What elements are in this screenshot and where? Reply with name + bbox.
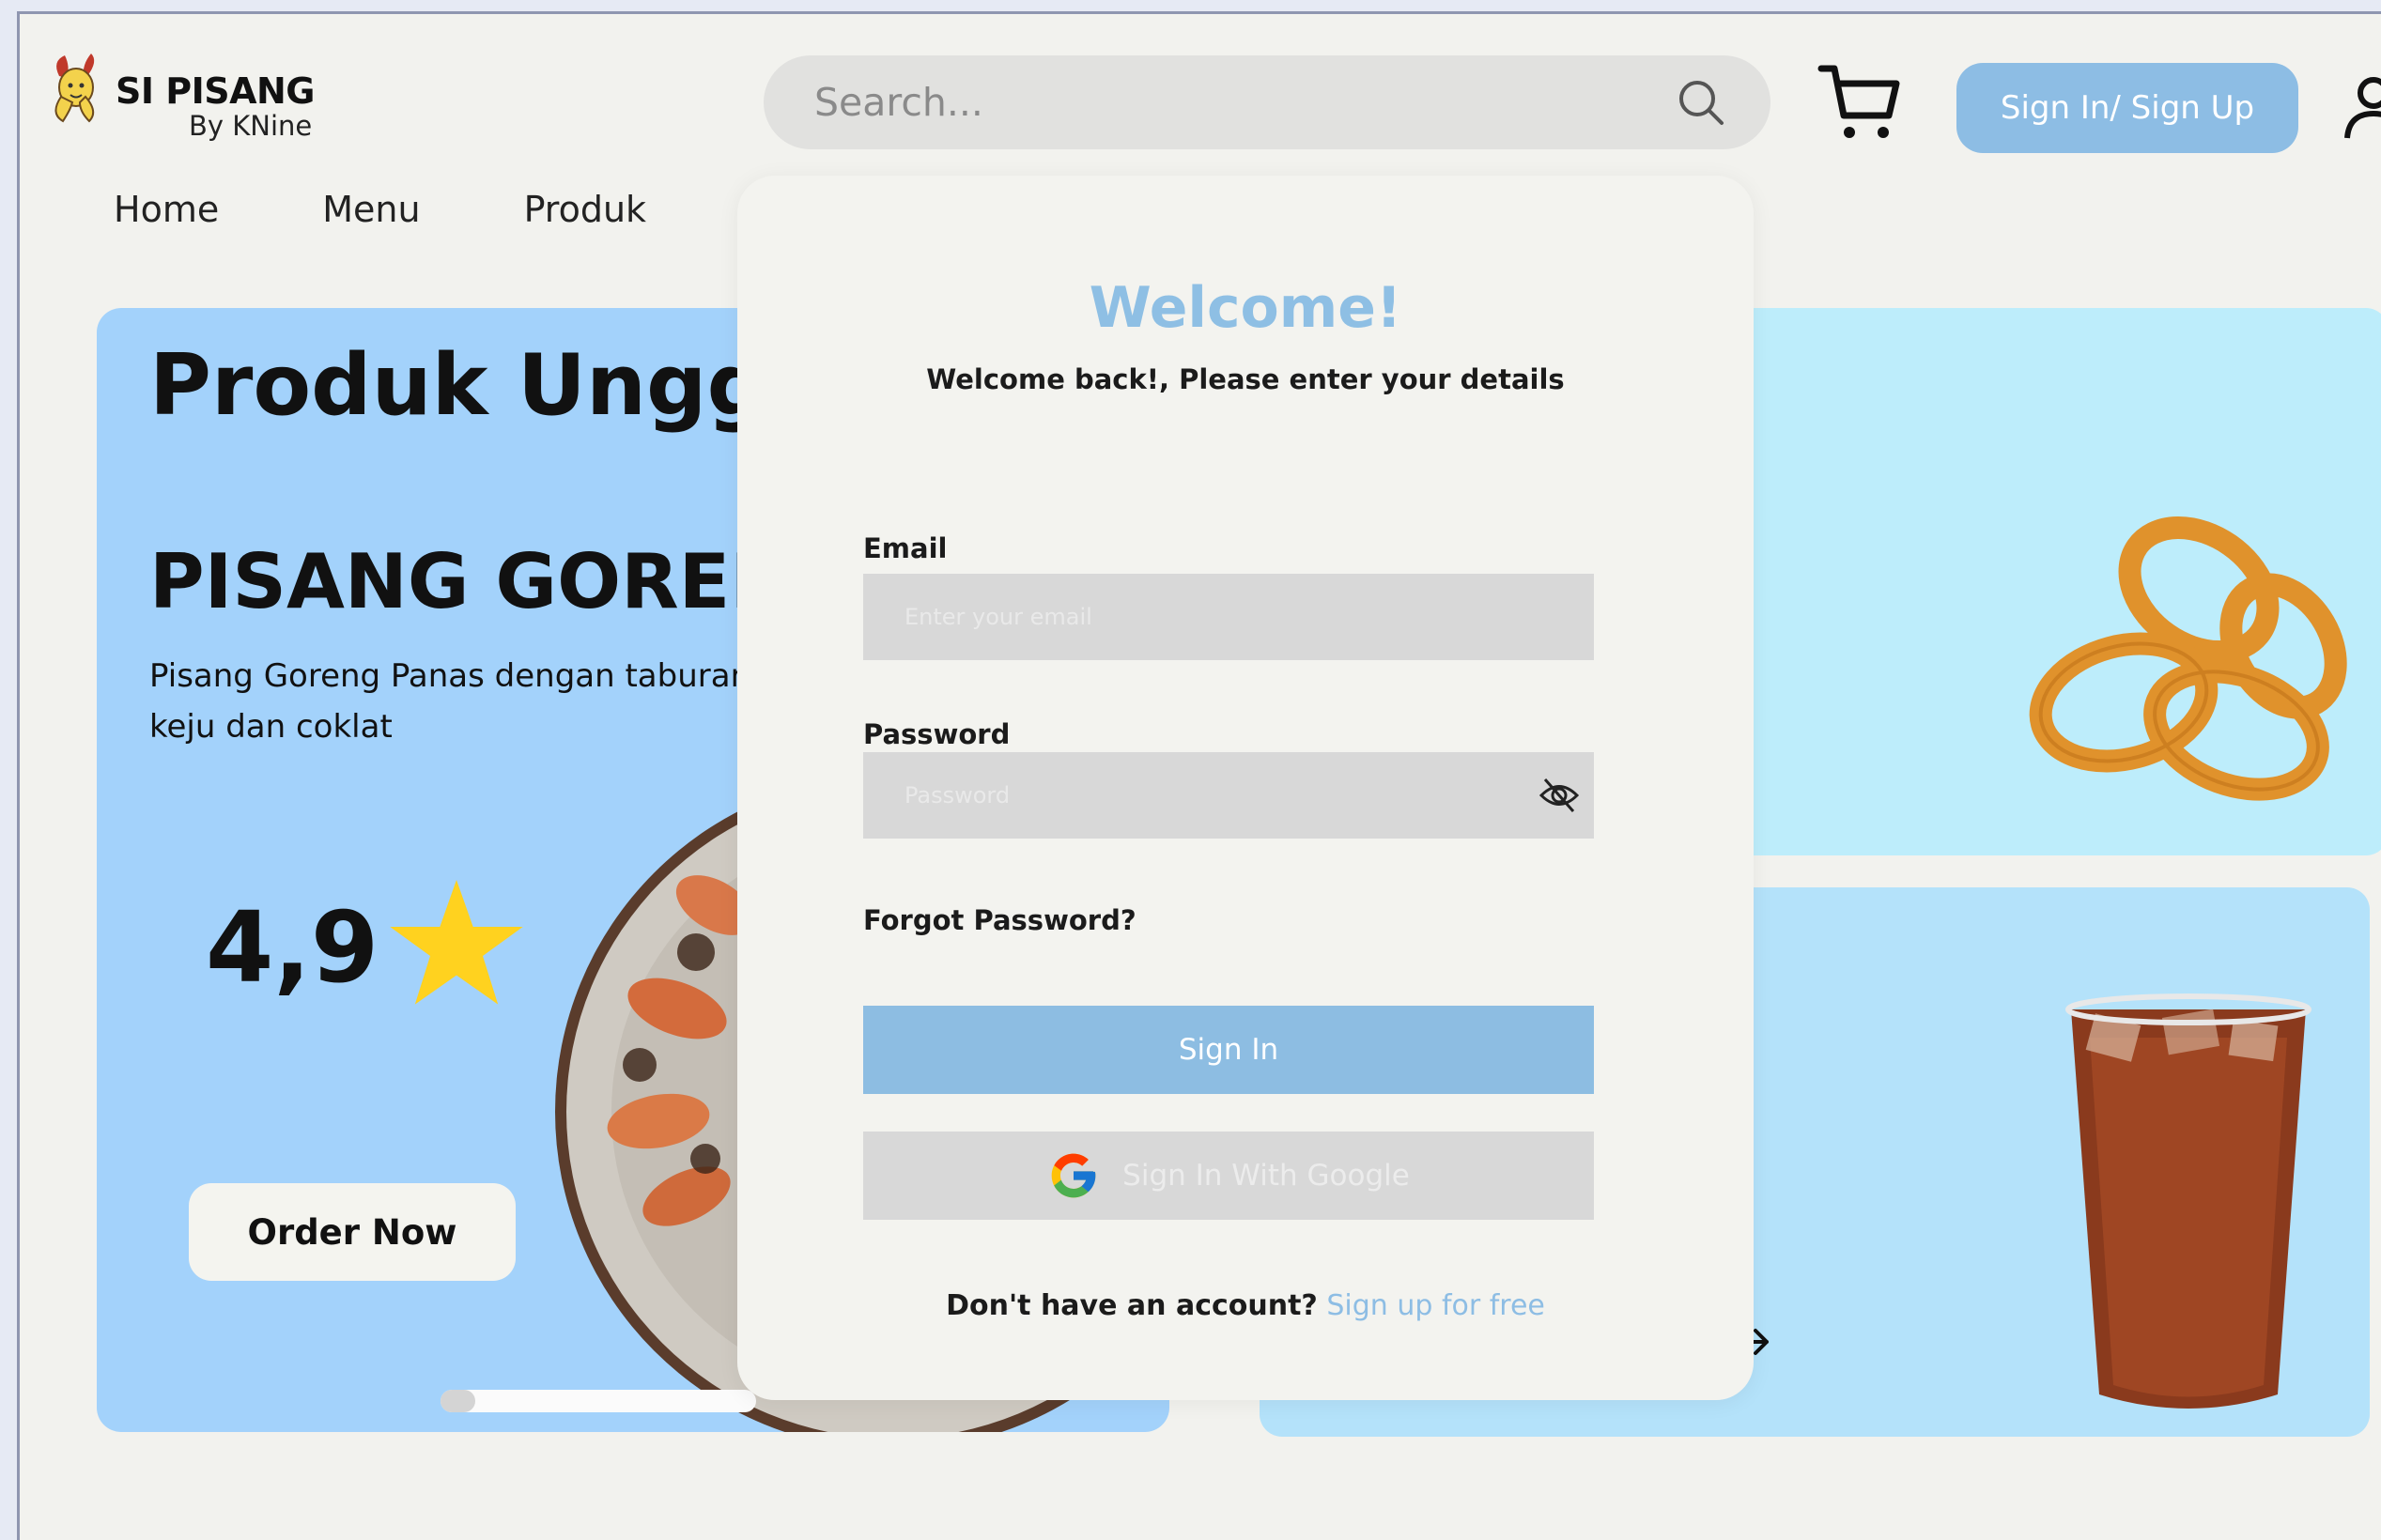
google-sign-in-label: Sign In With Google bbox=[1122, 1159, 1410, 1193]
modal-title: Welcome! bbox=[1089, 275, 1402, 341]
email-label: Email bbox=[863, 532, 948, 564]
star-icon bbox=[390, 879, 523, 1005]
brand-logo[interactable]: SI PISANG By KNine bbox=[42, 48, 316, 151]
cart-icon[interactable] bbox=[1816, 59, 1902, 146]
login-modal: Welcome! Welcome back!, Please enter you… bbox=[737, 176, 1754, 1400]
google-icon bbox=[1051, 1153, 1096, 1198]
user-icon[interactable] bbox=[2336, 63, 2381, 153]
nav-item-menu[interactable]: Menu bbox=[322, 189, 420, 230]
iced-tea-image bbox=[2065, 993, 2311, 1409]
password-label: Password bbox=[863, 718, 1011, 750]
brand-name: SI PISANG bbox=[116, 70, 316, 112]
eye-off-icon[interactable] bbox=[1538, 774, 1581, 817]
sign-in-button[interactable]: Sign In bbox=[863, 1006, 1594, 1094]
nav-item-produk[interactable]: Produk bbox=[524, 189, 647, 230]
no-account-text: Don't have an account? bbox=[946, 1289, 1318, 1322]
search-bar[interactable]: Search... bbox=[764, 55, 1770, 149]
carousel-slider[interactable] bbox=[441, 1390, 756, 1412]
onion-rings-image bbox=[2029, 516, 2347, 801]
modal-subtitle: Welcome back!, Please enter your details bbox=[926, 363, 1565, 395]
sign-in-sign-up-button[interactable]: Sign In/ Sign Up bbox=[1956, 63, 2298, 153]
email-field[interactable] bbox=[863, 574, 1594, 660]
search-placeholder[interactable]: Search... bbox=[814, 80, 983, 125]
sign-up-link[interactable]: Sign up for free bbox=[1326, 1289, 1545, 1322]
order-now-button[interactable]: Order Now bbox=[189, 1183, 516, 1281]
brand-subtitle: By KNine bbox=[189, 110, 313, 142]
search-icon[interactable] bbox=[1675, 76, 1727, 129]
hero-description: Pisang Goreng Panas dengan taburan keju … bbox=[149, 657, 751, 746]
carousel-slider-fill bbox=[441, 1390, 475, 1412]
banana-mascot-icon bbox=[54, 54, 95, 123]
nav-item-home[interactable]: Home bbox=[114, 189, 219, 230]
signup-prompt: Don't have an account? Sign up for free bbox=[737, 1289, 1754, 1322]
rating-value: 4,9 bbox=[206, 890, 379, 1005]
forgot-password-link[interactable]: Forgot Password? bbox=[863, 904, 1136, 936]
main-nav: Home Menu Produk bbox=[114, 189, 750, 230]
password-field[interactable] bbox=[863, 752, 1594, 839]
google-sign-in-button[interactable]: Sign In With Google bbox=[863, 1132, 1594, 1220]
page: SI PISANG By KNine Search... Sign In/ Si… bbox=[17, 11, 2381, 1540]
